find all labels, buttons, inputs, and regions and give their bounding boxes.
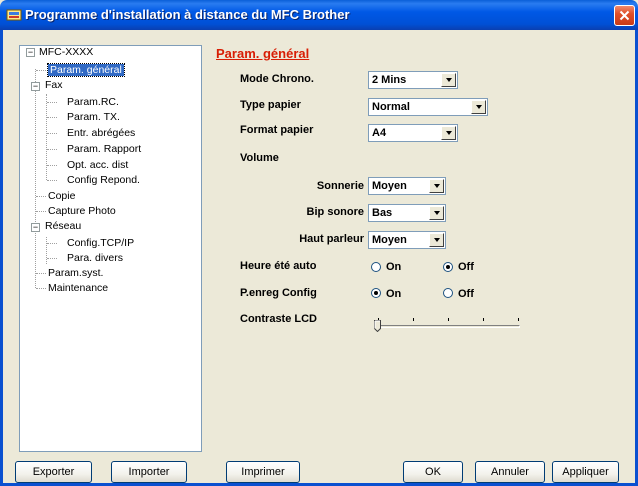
- bip-sonore-label: Bip sonore: [306, 206, 364, 218]
- chevron-down-icon: [429, 179, 444, 193]
- title-bar: Programme d'installation à distance du M…: [0, 0, 638, 30]
- section-title: Param. général: [216, 46, 310, 61]
- tree-item-param-rc[interactable]: Param.RC.: [67, 96, 119, 109]
- tree-item-param-rapport[interactable]: Param. Rapport: [67, 143, 141, 156]
- haut-parleur-select[interactable]: Moyen: [368, 231, 446, 249]
- penreg-on-label[interactable]: On: [386, 288, 401, 300]
- volume-label: Volume: [240, 152, 279, 164]
- fax-collapse-icon[interactable]: −: [31, 82, 40, 91]
- chevron-down-icon: [441, 73, 456, 87]
- heure-ete-off-label[interactable]: Off: [458, 261, 474, 273]
- mode-chrono-label: Mode Chrono.: [240, 73, 314, 85]
- tree-item-fax[interactable]: Fax: [45, 79, 63, 92]
- appliquer-button[interactable]: Appliquer: [552, 461, 619, 483]
- contraste-slider-thumb[interactable]: [374, 320, 381, 332]
- mode-chrono-select[interactable]: 2 Mins: [368, 71, 458, 89]
- slider-tick: [413, 318, 414, 321]
- app-icon: [6, 9, 22, 21]
- ok-button[interactable]: OK: [403, 461, 463, 483]
- heure-ete-off-radio[interactable]: [443, 262, 453, 272]
- type-papier-select[interactable]: Normal: [368, 98, 488, 116]
- tree-item-para-divers[interactable]: Para. divers: [67, 252, 123, 265]
- close-button[interactable]: [614, 5, 635, 26]
- chevron-down-icon: [429, 233, 444, 247]
- settings-tree[interactable]: − MFC-XXXX Param. général − Fax Param.RC…: [19, 45, 202, 452]
- window-title: Programme d'installation à distance du M…: [25, 7, 350, 22]
- tree-item-param-general[interactable]: Param. général: [47, 63, 125, 77]
- tree-item-param-tx[interactable]: Param. TX.: [67, 111, 120, 124]
- annuler-button[interactable]: Annuler: [475, 461, 545, 483]
- reseau-collapse-icon[interactable]: −: [31, 223, 40, 232]
- tree-item-copie[interactable]: Copie: [48, 190, 75, 203]
- tree-root[interactable]: MFC-XXXX: [39, 46, 93, 59]
- format-papier-select[interactable]: A4: [368, 124, 458, 142]
- exporter-button[interactable]: Exporter: [15, 461, 92, 483]
- penreg-off-radio[interactable]: [443, 288, 453, 298]
- contraste-lcd-label: Contraste LCD: [240, 313, 318, 325]
- chevron-down-icon: [429, 206, 444, 220]
- tree-item-param-syst[interactable]: Param.syst.: [48, 267, 103, 280]
- sonnerie-select[interactable]: Moyen: [368, 177, 446, 195]
- tree-item-entr-abregees[interactable]: Entr. abrégées: [67, 127, 135, 140]
- sonnerie-label: Sonnerie: [316, 180, 364, 192]
- slider-tick: [483, 318, 484, 321]
- heure-ete-on-label[interactable]: On: [386, 261, 401, 273]
- chevron-down-icon: [471, 100, 486, 114]
- penreg-on-radio[interactable]: [371, 288, 381, 298]
- type-papier-label: Type papier: [240, 99, 301, 111]
- slider-tick: [518, 318, 519, 321]
- tree-item-opt-acc-dist[interactable]: Opt. acc. dist: [67, 159, 128, 172]
- tree-item-maintenance[interactable]: Maintenance: [48, 282, 108, 295]
- slider-tick: [448, 318, 449, 321]
- tree-item-capture-photo[interactable]: Capture Photo: [48, 205, 116, 218]
- tree-item-reseau[interactable]: Réseau: [45, 220, 81, 233]
- format-papier-label: Format papier: [240, 124, 314, 136]
- imprimer-button[interactable]: Imprimer: [226, 461, 300, 483]
- penreg-off-label[interactable]: Off: [458, 288, 474, 300]
- haut-parleur-label: Haut parleur: [299, 233, 364, 245]
- heure-ete-on-radio[interactable]: [371, 262, 381, 272]
- importer-button[interactable]: Importer: [111, 461, 187, 483]
- close-icon: [619, 10, 630, 21]
- penreg-config-label: P.enreg Config: [240, 287, 317, 299]
- tree-item-config-tcpip[interactable]: Config.TCP/IP: [67, 237, 134, 250]
- heure-ete-label: Heure été auto: [240, 260, 317, 272]
- contraste-slider-track[interactable]: [378, 325, 520, 328]
- bip-sonore-select[interactable]: Bas: [368, 204, 446, 222]
- root-collapse-icon[interactable]: −: [26, 48, 35, 57]
- chevron-down-icon: [441, 126, 456, 140]
- tree-item-config-repond[interactable]: Config Repond.: [67, 174, 140, 187]
